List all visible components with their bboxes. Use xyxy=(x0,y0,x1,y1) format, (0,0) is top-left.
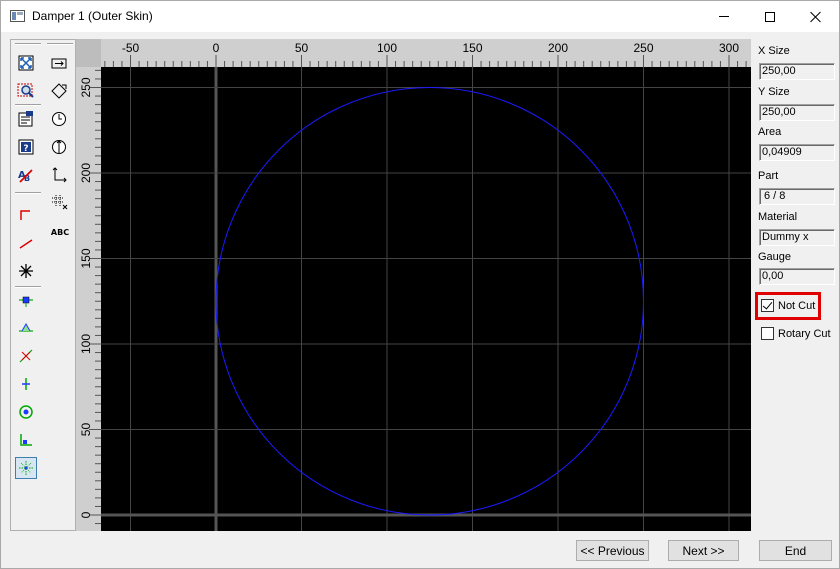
step-line-icon xyxy=(20,210,30,220)
window: Damper 1 (Outer Skin) ? AB ABC -50 0 50 … xyxy=(0,0,840,569)
grid-dots-tool[interactable] xyxy=(48,191,70,213)
slash-node-tool[interactable] xyxy=(15,345,37,367)
line-icon xyxy=(19,239,33,249)
circle-node-tool[interactable] xyxy=(15,401,37,423)
material-label: Material xyxy=(758,211,798,223)
node-blue-icon xyxy=(19,296,33,307)
part-field[interactable]: 6 / 8 xyxy=(759,188,835,205)
clock-icon xyxy=(52,112,66,126)
snap-center-tool[interactable] xyxy=(15,457,37,479)
close-button[interactable] xyxy=(793,1,839,32)
line-tool[interactable] xyxy=(15,232,37,254)
x-tick-label: 0 xyxy=(213,41,220,55)
window-title: Damper 1 (Outer Skin) xyxy=(32,9,153,23)
clock-tool[interactable] xyxy=(48,108,70,130)
toolbox: ? AB ABC xyxy=(10,39,76,531)
x-tick-label: 150 xyxy=(462,41,482,55)
rotate-tool[interactable] xyxy=(48,80,70,102)
area-field[interactable]: 0,04909 xyxy=(759,144,835,161)
y-tick-label: 250 xyxy=(79,77,93,97)
rotate-circle-icon xyxy=(52,140,66,154)
spell-icon: AB xyxy=(18,169,33,183)
step-line-tool[interactable] xyxy=(15,203,37,225)
toolbox-grip xyxy=(15,43,41,45)
plot-area[interactable] xyxy=(101,67,751,531)
corner-node-icon xyxy=(20,434,32,446)
not-cut-highlight xyxy=(755,292,821,320)
axis-tool[interactable] xyxy=(48,164,70,186)
properties-tool[interactable] xyxy=(15,108,37,130)
x-size-label: X Size xyxy=(758,45,790,57)
node-blue-tool[interactable] xyxy=(15,290,37,312)
rotary-cut-checkbox[interactable]: Rotary Cut xyxy=(761,327,831,340)
tool-separator xyxy=(15,104,41,106)
svg-text:?: ? xyxy=(23,144,28,154)
resize-icon xyxy=(51,58,67,69)
maximize-button[interactable] xyxy=(747,1,793,32)
cross-icon xyxy=(19,264,33,278)
axis-icon xyxy=(52,167,67,183)
y-tick-label: 100 xyxy=(79,334,93,354)
y-tick-label: 50 xyxy=(79,423,93,437)
title-bar[interactable]: Damper 1 (Outer Skin) xyxy=(1,1,839,32)
help-icon: ? xyxy=(18,139,34,155)
x-tick-label: 100 xyxy=(377,41,397,55)
close-icon xyxy=(810,11,822,23)
y-size-label: Y Size xyxy=(758,86,790,98)
rotate-circle-tool[interactable] xyxy=(48,136,70,158)
rotary-cut-label: Rotary Cut xyxy=(778,327,831,340)
y-size-field[interactable]: 250,00 xyxy=(759,104,835,121)
rotate-icon xyxy=(51,83,67,99)
zoom-fit-icon xyxy=(18,55,34,71)
gauge-field[interactable]: 0,00 xyxy=(759,268,835,285)
slash-node-icon xyxy=(19,349,33,363)
zoom-window-tool[interactable] xyxy=(15,80,37,102)
x-tick-label: -50 xyxy=(122,41,140,55)
x-tick-label: 200 xyxy=(548,41,568,55)
grid-dots-icon xyxy=(52,195,68,210)
x-tick-label: 300 xyxy=(719,41,739,55)
x-tick-label: 250 xyxy=(633,41,653,55)
tool-separator xyxy=(15,192,41,194)
x-tick-label: 50 xyxy=(295,41,309,55)
resize-tool[interactable] xyxy=(48,52,70,74)
zoom-window-icon xyxy=(17,83,34,98)
circle-node-icon xyxy=(19,405,33,419)
toolbox-grip xyxy=(47,43,73,45)
app-icon xyxy=(10,10,25,22)
abc-label: ABC xyxy=(50,227,70,237)
node-green-icon xyxy=(19,322,33,332)
previous-button[interactable]: << Previous xyxy=(576,540,649,561)
next-button[interactable]: Next >> xyxy=(668,540,739,561)
minimize-icon xyxy=(719,16,729,17)
rotary-cut-check-icon[interactable] xyxy=(761,327,774,340)
help-tool[interactable]: ? xyxy=(15,136,37,158)
canvas-svg[interactable]: -50 0 50 100 150 200 250 300 0 50 100 150 200 250 xyxy=(76,39,751,531)
plus-node-icon xyxy=(22,378,30,390)
plus-node-tool[interactable] xyxy=(15,373,37,395)
gauge-label: Gauge xyxy=(758,251,792,263)
properties-icon xyxy=(18,111,33,127)
drawing-canvas[interactable]: -50 0 50 100 150 200 250 300 0 50 100 150 200 250 xyxy=(76,39,751,531)
minimize-button[interactable] xyxy=(701,1,747,32)
tool-separator xyxy=(15,286,41,288)
part-label: Part xyxy=(758,170,779,182)
snap-center-icon xyxy=(19,461,33,475)
text-tool[interactable]: ABC xyxy=(48,221,72,243)
x-size-field[interactable]: 250,00 xyxy=(759,63,835,80)
corner-node-tool[interactable] xyxy=(15,429,37,451)
maximize-icon xyxy=(765,11,775,22)
y-tick-label: 0 xyxy=(79,511,93,518)
ruler-corner xyxy=(76,39,101,67)
area-label: Area xyxy=(758,126,782,138)
y-tick-label: 150 xyxy=(79,248,93,268)
cross-tool[interactable] xyxy=(15,260,37,282)
end-button[interactable]: End xyxy=(759,540,832,561)
zoom-fit-tool[interactable] xyxy=(15,52,37,74)
spell-tool[interactable]: AB xyxy=(15,164,37,186)
node-green-tool[interactable] xyxy=(15,317,37,339)
material-field[interactable]: Dummy x xyxy=(759,229,835,246)
y-tick-label: 200 xyxy=(79,163,93,183)
